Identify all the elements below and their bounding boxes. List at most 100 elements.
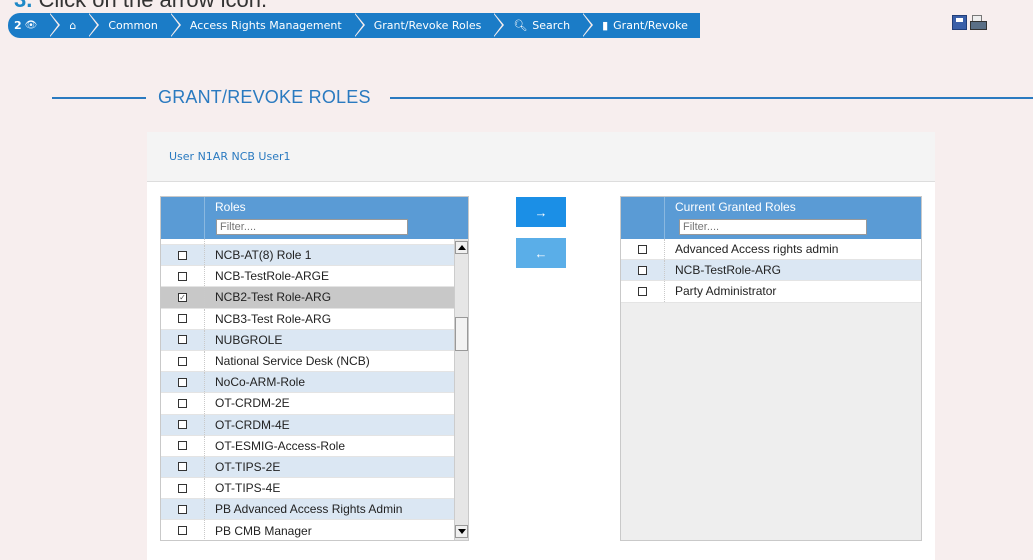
- row-label: NUBGROLE: [215, 332, 283, 347]
- scroll-up-arrow[interactable]: [455, 241, 468, 254]
- instruction-step: 3.: [14, 0, 32, 8]
- checkbox[interactable]: [178, 335, 187, 345]
- table-row[interactable]: OT-TIPS-2E: [161, 456, 454, 479]
- breadcrumb-label: Access Rights Management: [189, 19, 342, 32]
- checkbox[interactable]: [638, 244, 647, 254]
- row-checkbox-cell: [621, 281, 665, 302]
- row-checkbox-cell: [161, 329, 205, 350]
- table-row[interactable]: NCB-TestRole-ARG: [621, 260, 921, 282]
- row-label: National Service Desk (NCB): [215, 354, 370, 369]
- granted-table-header: Current Granted Roles: [621, 197, 921, 217]
- search-icon: 🔍︎: [513, 19, 528, 32]
- row-checkbox-cell: ✓: [161, 287, 205, 308]
- checkbox-checked[interactable]: ✓: [178, 292, 187, 302]
- section-title: GRANT/REVOKE ROLES: [158, 87, 371, 107]
- table-row[interactable]: OT-TIPS-4E: [161, 478, 454, 500]
- instruction-banner: 3. Click on the arrow icon.: [0, 0, 400, 8]
- checkbox[interactable]: [178, 441, 187, 451]
- roles-scrollbar[interactable]: [454, 239, 468, 540]
- row-checkbox-cell: [161, 350, 205, 372]
- checkbox[interactable]: [178, 314, 187, 324]
- row-label: OT-CRDM-4E: [215, 417, 290, 432]
- roles-table-header: Roles: [161, 197, 468, 217]
- table-row[interactable]: NUBGROLE: [161, 329, 454, 351]
- row-label: NCB-TestRole-ARG: [675, 263, 782, 278]
- bookmark-icon: ▮: [602, 19, 609, 32]
- print-icon[interactable]: [970, 15, 987, 31]
- checkbox[interactable]: [178, 420, 187, 430]
- table-row[interactable]: Party Administrator: [621, 281, 921, 303]
- row-label: NCB-AT(8) Role 1: [215, 248, 312, 263]
- row-label: PB CMB Manager: [215, 523, 312, 538]
- row-label: NCB-TestRole-ARGE: [215, 269, 330, 284]
- row-checkbox-cell: [161, 372, 205, 393]
- arrow-left-icon: ←: [534, 245, 548, 261]
- table-row[interactable]: NCB-AT(8) Role 1: [161, 245, 454, 267]
- section-divider-left: [52, 97, 146, 99]
- granted-roles-table: Current Granted Roles Advanced Access ri…: [620, 196, 922, 541]
- row-checkbox-cell: [161, 456, 205, 478]
- row-label: NCB3-Test Role-ARG: [215, 311, 332, 326]
- checkbox[interactable]: [178, 377, 187, 387]
- row-label: NoCo-ARM-Role: [215, 375, 306, 390]
- roles-filter-input[interactable]: [216, 219, 408, 235]
- row-checkbox-cell: [161, 478, 205, 499]
- scroll-down-arrow[interactable]: [455, 525, 468, 538]
- row-checkbox-cell: [161, 520, 205, 540]
- table-row[interactable]: OT-CRDM-4E: [161, 414, 454, 436]
- granted-filter-input[interactable]: [679, 219, 867, 235]
- row-checkbox-cell: [161, 393, 205, 414]
- table-row[interactable]: PB CMB Manager: [161, 520, 454, 540]
- breadcrumb: 2 👁 ⌂ Common Access Rights Management Gr…: [8, 13, 700, 38]
- breadcrumb-label: Grant/Revoke: [613, 19, 688, 32]
- table-row[interactable]: National Service Desk (NCB): [161, 350, 454, 373]
- table-row[interactable]: NCB3-Test Role-ARG: [161, 308, 454, 330]
- row-label: Advanced Access rights admin: [675, 242, 839, 257]
- checkbox[interactable]: [178, 462, 187, 472]
- breadcrumb-item-access-rights[interactable]: Access Rights Management: [169, 13, 365, 38]
- row-label: OT-CRDM-2E: [215, 396, 290, 411]
- user-label: User N1AR NCB User1: [169, 150, 291, 163]
- roles-list: NCB-AT(8) Role 1 NCB-TestRole-ARGE ✓ NCB2-T…: [161, 239, 454, 540]
- checkbox[interactable]: [178, 271, 187, 281]
- granted-filter-row: [621, 217, 921, 239]
- arrow-right-icon: →: [534, 204, 548, 220]
- row-label: PB Advanced Access Rights Admin: [215, 502, 403, 517]
- breadcrumb-label: Grant/Revoke Roles: [373, 19, 482, 32]
- breadcrumb-item-common[interactable]: Common: [88, 13, 181, 38]
- row-checkbox-cell: [161, 308, 205, 329]
- table-row[interactable]: NCB-TestRole-ARGE: [161, 266, 454, 288]
- checkbox[interactable]: [178, 398, 187, 408]
- checkbox[interactable]: [638, 265, 647, 275]
- table-row[interactable]: OT-ESMIG-Access-Role: [161, 435, 454, 457]
- table-row[interactable]: PB Advanced Access Rights Admin: [161, 499, 454, 521]
- instruction-text: Click on the arrow icon.: [38, 0, 267, 8]
- breadcrumb-item-search[interactable]: 🔍︎ Search: [493, 13, 593, 38]
- checkbox[interactable]: [178, 504, 187, 514]
- panel-header: User N1AR NCB User1: [147, 132, 935, 182]
- section-divider-right: [390, 97, 1033, 99]
- breadcrumb-step[interactable]: 2 👁: [8, 13, 61, 38]
- row-checkbox-cell: [161, 414, 205, 435]
- roles-filter-row: [161, 217, 468, 239]
- save-icon[interactable]: [952, 15, 967, 30]
- checkbox[interactable]: [178, 250, 187, 260]
- checkbox[interactable]: [178, 356, 187, 366]
- scroll-thumb[interactable]: [455, 317, 468, 351]
- row-label: OT-TIPS-4E: [215, 481, 281, 496]
- revoke-arrow-button[interactable]: ←: [516, 238, 566, 268]
- table-row[interactable]: Advanced Access rights admin: [621, 239, 921, 261]
- eye-icon: 👁: [24, 20, 38, 31]
- table-row[interactable]: OT-CRDM-2E: [161, 393, 454, 415]
- table-row[interactable]: ✓ NCB2-Test Role-ARG: [161, 287, 454, 309]
- roles-header-label: Roles: [215, 200, 246, 214]
- table-row[interactable]: NoCo-ARM-Role: [161, 372, 454, 394]
- step-number: 2: [14, 19, 22, 32]
- checkbox[interactable]: [178, 483, 187, 493]
- row-label: Party Administrator: [675, 284, 777, 299]
- breadcrumb-item-grant-revoke-roles[interactable]: Grant/Revoke Roles: [353, 13, 504, 38]
- breadcrumb-item-grant-revoke[interactable]: ▮ Grant/Revoke: [582, 13, 700, 38]
- checkbox[interactable]: [178, 526, 187, 536]
- checkbox[interactable]: [638, 286, 647, 296]
- grant-arrow-button[interactable]: →: [516, 197, 566, 227]
